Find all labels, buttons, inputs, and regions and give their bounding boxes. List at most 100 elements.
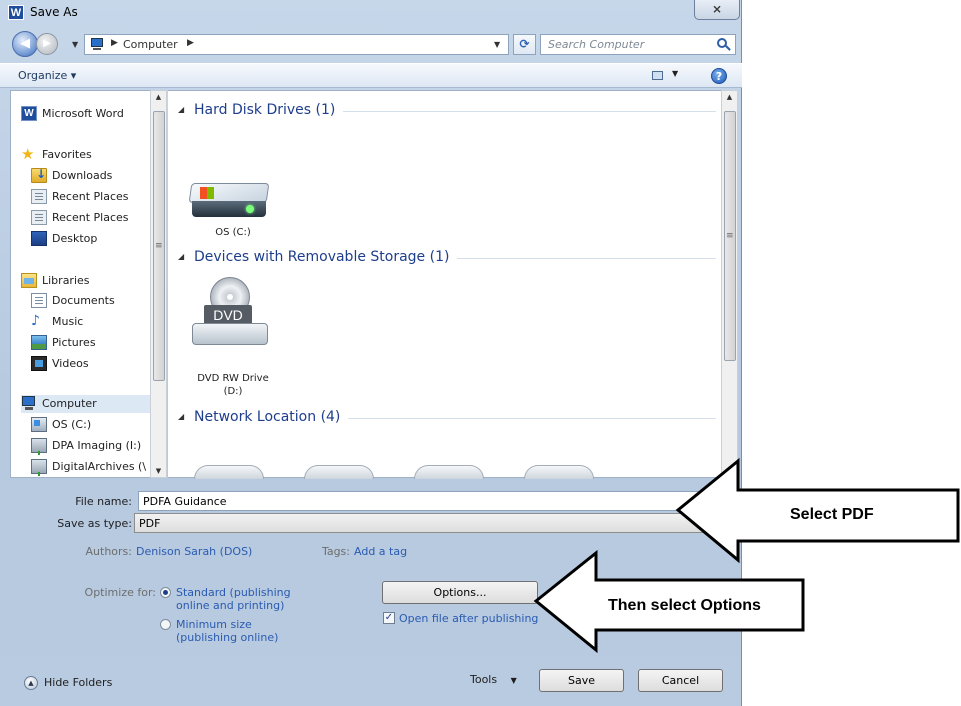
network-drive-icon[interactable] [194,465,264,479]
network-drive-icon[interactable] [524,465,594,479]
radio-minimum-size[interactable] [160,619,171,630]
sidebar-item-label: DigitalArchives (\ [52,460,147,473]
back-arrow-icon: ◀ [20,36,30,51]
sidebar-item-label: Microsoft Word [42,107,124,120]
dvd-drive-icon: DVD [192,277,268,347]
options-button[interactable]: Options... [382,581,538,604]
breadcrumb-chevron-icon[interactable]: ▶ [111,38,118,48]
command-bar: Organize ▾ ▼ ? [0,63,742,88]
recent-places-icon [31,189,47,204]
search-input[interactable]: Search Computer [548,38,644,51]
collapse-triangle-icon[interactable]: ◢ [178,412,184,421]
tools-label: Tools [470,673,498,686]
drive-icon [31,417,47,432]
file-name-field[interactable]: PDFA Guidance [138,491,738,511]
sidebar-item-label: Libraries [42,274,90,287]
sidebar-item-label: Documents [52,294,115,307]
radio-label-line: Standard (publishing [176,586,291,599]
address-bar[interactable]: ▶ Computer ▶ ▼ [84,34,509,55]
computer-icon [21,396,37,411]
scroll-up-icon[interactable]: ▲ [151,93,166,101]
libraries-icon [21,273,37,288]
sidebar-item-label: Favorites [42,148,92,161]
radio-standard[interactable] [160,587,171,598]
recent-locations-dropdown-icon[interactable]: ▼ [72,40,78,49]
collapse-triangle-icon[interactable]: ◢ [178,105,184,114]
drive-tile-os-c[interactable]: OS (C:) [178,183,270,241]
breadcrumb-chevron-icon[interactable]: ▶ [187,38,194,48]
sidebar-item-label: OS (C:) [52,418,92,431]
authors-value[interactable]: Denison Sarah (DOS) [136,545,252,558]
radio-standard-label[interactable]: Standard (publishing online and printing… [176,586,291,612]
radio-minimum-size-label[interactable]: Minimum size (publishing online) [176,618,278,644]
address-dropdown-icon[interactable]: ▼ [494,40,500,49]
sidebar-item-label: Music [52,315,84,328]
navigation-scrollbar[interactable]: ▲ ≡ ▼ [150,90,167,478]
back-button[interactable]: ◀ [12,31,38,57]
collapse-triangle-icon[interactable]: ◢ [178,252,184,261]
sidebar-item-label: Recent Places [52,190,129,203]
tools-button[interactable]: Tools ▼ [470,673,517,686]
window-title: Save As [30,5,78,19]
network-drive-icon[interactable] [304,465,374,479]
close-icon: ⨯ [711,2,723,16]
search-icon[interactable] [717,38,731,52]
tile-label: OS (C:) [215,227,251,238]
scroll-up-icon[interactable]: ▲ [722,93,737,101]
open-after-publishing-checkbox[interactable]: ✓ [383,612,395,624]
help-icon[interactable]: ? [711,68,727,84]
change-view-button[interactable]: ▼ [652,69,684,84]
tags-value[interactable]: Add a tag [354,545,407,558]
network-drive-icon [31,438,47,455]
sidebar-item-computer[interactable]: Computer [21,395,161,413]
cancel-button[interactable]: Cancel [638,669,723,692]
group-title: Devices with Removable Storage (1) [194,249,458,265]
pictures-icon [31,335,47,350]
group-network-location[interactable]: ◢ Network Location (4) [178,409,716,427]
forward-arrow-icon: ▶ [43,38,51,49]
sidebar-item-label: Downloads [52,169,113,182]
chevron-down-icon: ▼ [510,676,517,685]
tags-label: Tags: [321,545,350,558]
desktop-icon [31,231,47,246]
scroll-down-icon[interactable]: ▼ [151,467,166,475]
title-bar: W Save As ⨯ [0,0,742,24]
search-box[interactable]: Search Computer [540,34,736,55]
forward-button[interactable]: ▶ [36,33,58,55]
file-list-pane: ◢ Hard Disk Drives (1) OS (C:) ◢ Devices… [168,90,721,479]
file-name-label: File name: [75,495,132,508]
drive-tile-dvd-rw[interactable]: DVD DVD RW Drive (D:) [178,277,269,397]
group-hard-disk-drives[interactable]: ◢ Hard Disk Drives (1) [178,102,716,120]
group-title: Hard Disk Drives (1) [194,102,344,118]
music-icon: ♪ [31,313,40,329]
videos-icon [31,356,47,371]
network-drive-icon [31,459,47,476]
save-button[interactable]: Save [539,669,624,692]
network-drive-icon[interactable] [414,465,484,479]
breadcrumb-computer[interactable]: Computer [123,38,178,51]
group-title: Network Location (4) [194,409,349,425]
radio-label-line: (publishing online) [176,631,279,644]
tile-sublabel: (D:) [223,386,243,397]
refresh-button[interactable]: ⟳ [513,34,536,55]
save-as-type-value: PDF [139,517,161,530]
hard-drive-icon [188,183,270,221]
file-list-scrollbar[interactable]: ▲ ≡ [721,90,738,478]
word-icon: W [21,106,37,121]
sidebar-item-label: Videos [52,357,89,370]
hide-folders-button[interactable]: Hide Folders [44,676,112,689]
save-as-type-select[interactable]: PDF [134,513,738,533]
chevron-down-icon: ▼ [672,69,679,78]
group-removable-storage[interactable]: ◢ Devices with Removable Storage (1) [178,249,716,267]
close-button[interactable]: ⨯ [694,0,740,20]
refresh-icon: ⟳ [519,37,530,51]
callout-select-options: Then select Options [608,597,761,614]
save-as-type-label: Save as type: [57,517,132,530]
file-name-value: PDFA Guidance [143,495,227,508]
computer-icon [89,38,105,51]
sidebar-item-label: DPA Imaging (I:) [52,439,142,452]
open-after-publishing-label[interactable]: Open file after publishing [399,612,538,625]
organize-button[interactable]: Organize ▾ [18,69,76,82]
sidebar-item-label: Computer [42,397,97,410]
hide-folders-icon[interactable]: ▲ [24,676,38,690]
